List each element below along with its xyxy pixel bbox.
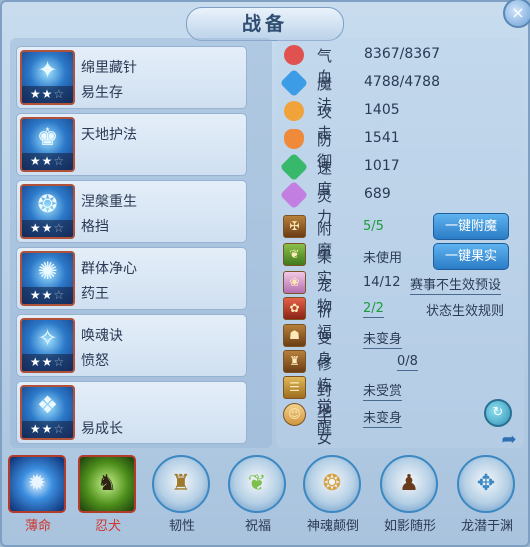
sword-icon [284,101,304,121]
golem-icon: ♜ [152,455,210,513]
talent-7[interactable]: ✥ 龙潜于渊 [455,455,519,541]
skill-name: 群体净心 [81,261,137,277]
pray-icon: ✿ [283,297,306,320]
share-icon[interactable]: ➦ [496,429,522,451]
pet-icon: ❀ [283,271,306,294]
talent-3[interactable]: ♜ 韧性 [150,455,214,541]
skill-icon: ✺ ★★☆ [20,251,75,306]
transform-icon: ☗ [283,324,306,347]
child-icon: ☺ [283,403,306,426]
skill-card-3[interactable]: ❂ ★★☆ 涅槃重生 格挡 [16,180,247,243]
panel-title: 战备 [186,7,344,41]
star-rating-icon: ★★☆ [22,287,73,304]
blue-orb-icon: ✹ [8,455,66,513]
shield-icon [284,129,304,149]
skill-name: 天地护法 [81,127,137,143]
lotus-icon: ❦ [228,455,286,513]
wolf-icon: ♞ [78,455,136,513]
awaken-icon: ♜ [283,350,306,373]
skill-effect: 药王 [81,286,109,302]
skill-effect: 格挡 [81,219,109,235]
star-rating-icon: ★★☆ [22,421,73,438]
skill-icon: ✧ ★★☆ [20,318,75,373]
fief-icon: ☰ [283,376,306,399]
skill-card-5[interactable]: ✧ ★★☆ 唤魂诀 愤怒 [16,314,247,377]
one-click-enchant-button[interactable]: 一键附魔 [433,213,509,240]
dragon-icon: ✥ [457,455,515,513]
talent-4[interactable]: ❦ 祝福 [226,455,290,541]
skill-card-1[interactable]: ✦ ★★☆ 绵里藏针 易生存 [16,46,247,109]
star-rating-icon: ★★☆ [22,153,73,170]
skill-card-2[interactable]: ♚ ★★☆ 天地护法 [16,113,247,176]
fan-icon: ❂ [303,455,361,513]
skill-effect: 易成长 [81,421,123,437]
skill-icon: ❂ ★★☆ [20,184,75,239]
close-icon[interactable]: × [503,0,530,28]
skill-card-4[interactable]: ✺ ★★☆ 群体净心 药王 [16,247,247,310]
talent-2[interactable]: ♞ 忍犬 [76,455,140,541]
tournament-preset-link[interactable]: 赛事不生效预设 [410,274,502,295]
talent-1[interactable]: ✹ 薄命 [6,455,70,541]
talent-5[interactable]: ❂ 神魂颠倒 [301,455,365,541]
skill-effect: 易生存 [81,85,123,101]
talent-6[interactable]: ♟ 如影随形 [378,455,442,541]
enchant-icon: ✠ [283,215,306,238]
skill-icon: ❖ ★★☆ [20,385,75,440]
star-rating-icon: ★★☆ [22,86,73,103]
skill-card-6[interactable]: ❖ ★★☆ 易成长 [16,381,247,444]
skill-effect: 愤怒 [81,353,109,369]
skill-name: 涅槃重生 [81,194,137,210]
skill-name: 唤魂诀 [81,328,123,344]
one-click-fruit-button[interactable]: 一键果实 [433,243,509,270]
star-rating-icon: ★★☆ [22,354,73,371]
heart-icon [284,45,304,65]
skill-icon: ✦ ★★☆ [20,50,75,105]
star-rating-icon: ★★☆ [22,220,73,237]
skill-name: 绵里藏针 [81,60,137,76]
fruit-icon: ❦ [283,243,306,266]
refresh-icon[interactable]: ↻ [484,399,512,427]
shadow-icon: ♟ [380,455,438,513]
status-rules-link[interactable]: 状态生效规则 [426,300,504,319]
skill-icon: ♚ ★★☆ [20,117,75,172]
